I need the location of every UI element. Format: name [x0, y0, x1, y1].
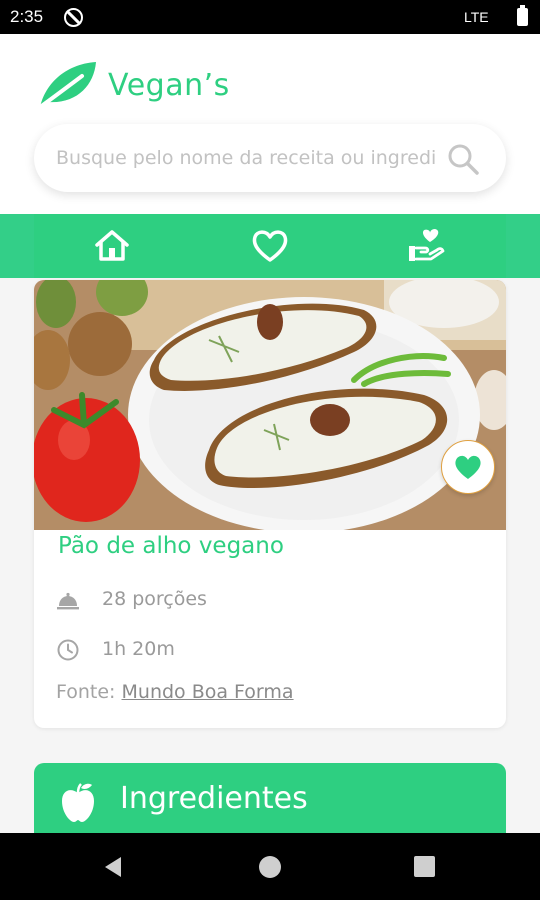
recipe-image — [34, 280, 506, 530]
home-icon[interactable] — [92, 226, 132, 266]
serving-dish-icon — [57, 592, 79, 610]
time-row: 1h 20m — [56, 635, 476, 665]
status-time: 2:35 — [10, 7, 44, 26]
network-type: LTE — [464, 9, 489, 25]
source-label: Fonte: — [56, 681, 116, 703]
recents-button[interactable] — [414, 856, 435, 877]
ingredients-header[interactable]: Ingredientes — [34, 763, 506, 833]
apple-icon — [62, 783, 94, 822]
search-bar[interactable] — [34, 124, 506, 192]
content-area[interactable]: Pão de alho vegano 28 porções 1h 20m Fon… — [0, 278, 540, 833]
favorite-button[interactable] — [441, 440, 495, 494]
recipe-title: Pão de alho vegano — [58, 533, 284, 559]
leaf-logo-icon — [34, 62, 96, 112]
battery-icon — [517, 5, 528, 26]
status-bar: 2:35 LTE — [0, 0, 540, 34]
portions-row: 28 porções — [56, 585, 476, 615]
home-button[interactable] — [259, 856, 281, 878]
clock-icon — [57, 639, 79, 661]
heart-filled-icon — [455, 455, 481, 479]
app-title: Vegan’s — [108, 68, 230, 103]
search-icon[interactable] — [446, 142, 480, 176]
back-icon[interactable] — [101, 855, 125, 879]
recipe-card[interactable]: Pão de alho vegano 28 porções 1h 20m Fon… — [34, 280, 506, 728]
system-nav-bar — [0, 833, 540, 900]
time-text: 1h 20m — [102, 638, 175, 660]
portions-text: 28 porções — [102, 588, 207, 610]
main-nav-bar — [0, 214, 540, 278]
source-link[interactable]: Mundo Boa Forma — [122, 681, 294, 703]
search-input[interactable] — [56, 144, 436, 172]
heart-icon[interactable] — [250, 226, 290, 266]
source-line: Fonte: Mundo Boa Forma — [56, 681, 294, 703]
do-not-disturb-icon — [64, 8, 83, 27]
ingredients-title: Ingredientes — [120, 781, 308, 816]
donation-icon[interactable] — [406, 226, 446, 266]
app-header: Vegan’s — [0, 34, 540, 214]
